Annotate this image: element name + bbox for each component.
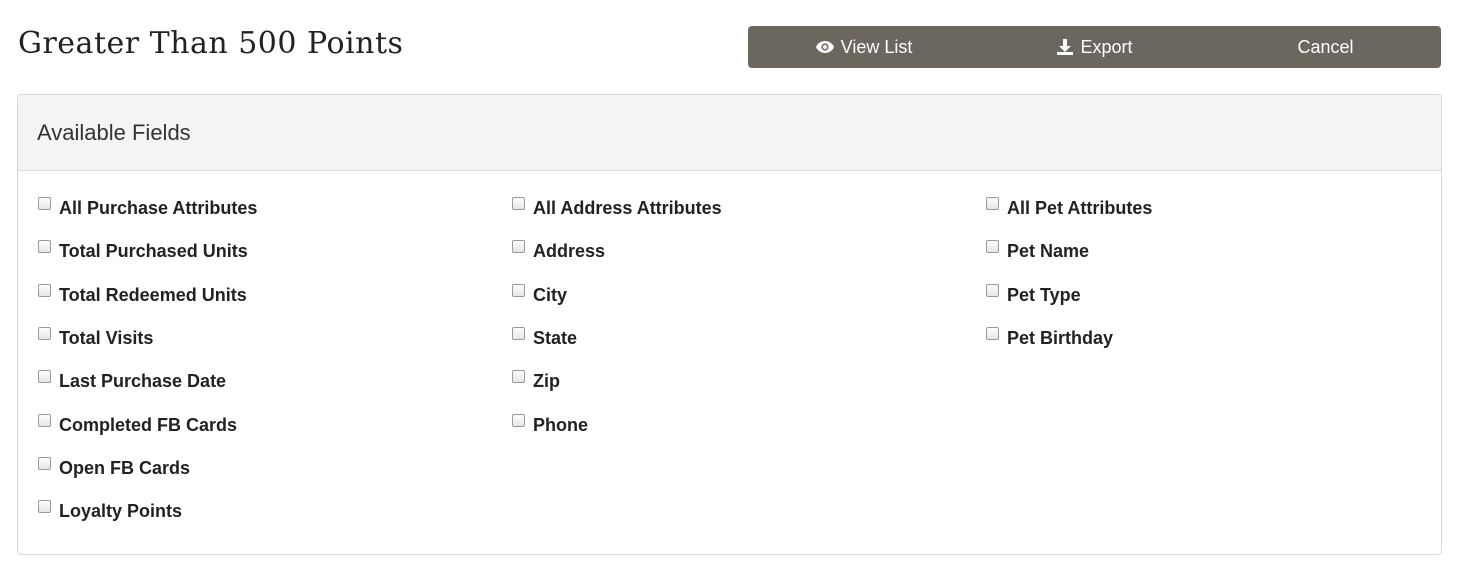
field-checkbox[interactable]	[38, 197, 51, 210]
field-option[interactable]: City	[512, 283, 567, 306]
field-label: Total Redeemed Units	[59, 285, 247, 305]
field-checkbox[interactable]	[512, 370, 525, 383]
field-checkbox[interactable]	[38, 500, 51, 513]
export-label: Export	[1080, 36, 1133, 57]
action-toolbar: View List Export Cancel	[748, 26, 1441, 68]
field-checkbox[interactable]	[986, 197, 999, 210]
field-label: Phone	[533, 415, 589, 435]
field-checkbox[interactable]	[38, 327, 51, 340]
eye-icon	[815, 40, 835, 54]
field-option[interactable]: All Address Attributes	[512, 196, 722, 219]
field-label: All Address Attributes	[533, 198, 722, 218]
field-checkbox[interactable]	[512, 327, 525, 340]
field-label: All Pet Attributes	[1007, 198, 1153, 218]
field-checkbox[interactable]	[512, 240, 525, 253]
field-checkbox[interactable]	[986, 284, 999, 297]
field-checkbox[interactable]	[38, 414, 51, 427]
field-checkbox[interactable]	[38, 457, 51, 470]
view-list-label: View List	[840, 36, 913, 57]
field-option[interactable]: Last Purchase Date	[38, 369, 226, 392]
field-option[interactable]: Address	[512, 239, 605, 262]
field-label: Open FB Cards	[59, 458, 191, 478]
field-label: Pet Type	[1007, 285, 1081, 305]
field-label: City	[533, 285, 568, 305]
field-label: Total Visits	[59, 328, 154, 348]
field-option[interactable]: Zip	[512, 369, 560, 392]
field-checkbox[interactable]	[986, 240, 999, 253]
field-checkbox[interactable]	[38, 240, 51, 253]
download-icon	[1056, 38, 1074, 56]
view-list-button[interactable]: View List	[748, 26, 979, 68]
field-option[interactable]: Pet Name	[986, 239, 1089, 262]
panel-title: Available Fields	[37, 119, 191, 145]
available-fields-panel: Available Fields All Purchase Attributes…	[17, 94, 1442, 555]
field-label: Last Purchase Date	[59, 371, 227, 391]
field-option[interactable]: State	[512, 326, 577, 349]
field-option[interactable]: Open FB Cards	[38, 456, 190, 479]
page-title: Greater Than 500 Points	[18, 26, 404, 61]
field-label: State	[533, 328, 578, 348]
field-checkbox[interactable]	[38, 284, 51, 297]
field-checkbox[interactable]	[512, 197, 525, 210]
field-label: Total Purchased Units	[59, 241, 248, 261]
field-option[interactable]: Pet Type	[986, 283, 1081, 306]
field-checkbox[interactable]	[512, 414, 525, 427]
field-option[interactable]: Pet Birthday	[986, 326, 1113, 349]
field-option[interactable]: Total Visits	[38, 326, 153, 349]
field-checkbox[interactable]	[512, 284, 525, 297]
field-label: Pet Birthday	[1007, 328, 1114, 348]
field-option[interactable]: Loyalty Points	[38, 499, 182, 522]
cancel-label: Cancel	[1297, 36, 1354, 57]
field-label: All Purchase Attributes	[59, 198, 258, 218]
field-label: Zip	[533, 371, 560, 391]
field-option[interactable]: Phone	[512, 413, 588, 436]
field-option[interactable]: All Purchase Attributes	[38, 196, 257, 219]
field-option[interactable]: Total Redeemed Units	[38, 283, 247, 306]
field-option[interactable]: Total Purchased Units	[38, 239, 248, 262]
cancel-button[interactable]: Cancel	[1210, 26, 1441, 68]
field-checkbox[interactable]	[38, 370, 51, 383]
field-checkbox[interactable]	[986, 327, 999, 340]
field-option[interactable]: Completed FB Cards	[38, 413, 237, 436]
field-label: Loyalty Points	[59, 501, 183, 521]
field-label: Pet Name	[1007, 241, 1090, 261]
field-label: Completed FB Cards	[59, 415, 238, 435]
field-label: Address	[533, 241, 606, 261]
panel-header: Available Fields	[18, 95, 1441, 171]
field-option[interactable]: All Pet Attributes	[986, 196, 1152, 219]
export-button[interactable]: Export	[979, 26, 1210, 68]
